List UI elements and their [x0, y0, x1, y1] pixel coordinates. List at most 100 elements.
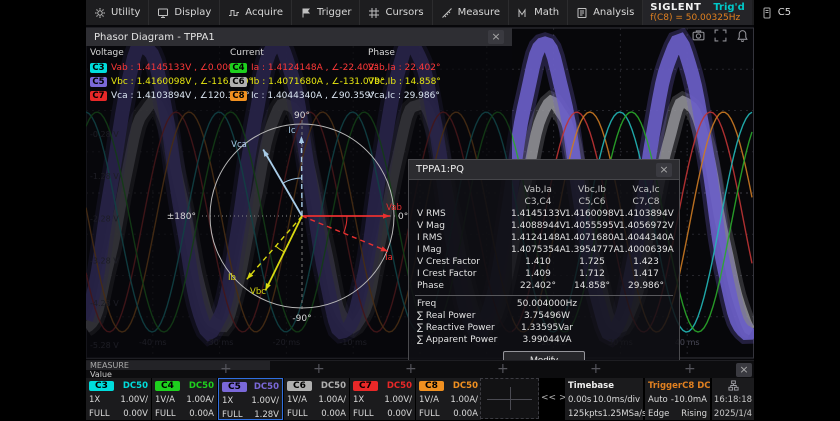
active-channel-label: C5 — [778, 7, 791, 18]
table-row: I RMS1.4124148A1.4071680A1.4044340A — [415, 232, 673, 244]
channel-badge: C3 — [90, 63, 107, 73]
scope-screen: Utility Display Acquire Trigger Cursors … — [86, 0, 754, 420]
menu-item-display[interactable]: Display — [149, 0, 220, 25]
disk-icon — [761, 7, 773, 19]
display-toolbar — [692, 29, 749, 42]
camera-icon[interactable] — [692, 29, 705, 42]
gear-icon — [94, 7, 106, 19]
menu-item-label: Cursors — [385, 7, 423, 18]
measure-icon — [441, 7, 453, 19]
channel-badge: C6 — [230, 77, 247, 87]
menu-item-label: Measure — [458, 7, 501, 18]
zoom-preview-box[interactable] — [480, 378, 539, 419]
pq-col-subheader: C5,C6 — [565, 196, 619, 208]
phase-readout-column: Phase Vab,Ia : 22.402° Vbc,Ib : 14.858° … — [368, 48, 510, 103]
summary-row: ∑ Real Power3.75496W — [415, 310, 673, 322]
pq-col-subheader: C7,C8 — [619, 196, 673, 208]
pq-col-header: Vca,Ic — [619, 184, 673, 196]
menu-item-cursors[interactable]: Cursors — [360, 0, 432, 25]
channel-box-c3[interactable]: C3DC50 1X1.00V/ FULL0.00V — [86, 378, 151, 420]
menu-item-label: Math — [534, 7, 559, 18]
add-measurement-slot[interactable]: + — [405, 361, 417, 377]
menu-item-analysis[interactable]: Analysis — [568, 0, 643, 25]
measure-bar-title: MEASURE — [86, 361, 270, 370]
current-readout: Ic : 1.4044340A , ∠90.359° — [251, 91, 375, 101]
clock-date: 2025/1/4 — [714, 409, 752, 419]
current-column-header: Current — [230, 48, 366, 58]
add-measurement-slot[interactable]: + — [313, 361, 325, 377]
active-channel-indicator[interactable]: C5 — [752, 7, 800, 19]
clock-box[interactable]: 16:18:18 2025/1/4 — [712, 378, 754, 420]
voltage-readout: Vab : 1.4145133V , ∠0.000° — [111, 63, 238, 73]
channel-badge: C7 — [90, 91, 107, 101]
current-readout-column: Current C4Ia : 1.4124148A , ∠-22.402° C6… — [230, 48, 366, 103]
math-icon — [517, 7, 529, 19]
menu-item-label: Analysis — [593, 7, 634, 18]
table-row: I Mag1.4075354A1.3954777A1.4000639A — [415, 244, 673, 256]
frequency-readout: f(C8) = 50.00325Hz — [650, 13, 745, 23]
menu-item-acquire[interactable]: Acquire — [220, 0, 292, 25]
close-icon[interactable]: × — [488, 30, 504, 44]
menu-item-trigger[interactable]: Trigger — [292, 0, 361, 25]
measure-bar: MEASURE Value + + + + + + × — [86, 360, 754, 379]
table-row: Phase22.402°14.858°29.986° — [415, 280, 673, 292]
phasor-window-title: Phasor Diagram - TPPA1 — [94, 32, 215, 43]
channel-bar: C3DC50 1X1.00V/ FULL0.00V C4DC50 1V/A1.0… — [86, 378, 754, 420]
menu-item-label: Display — [174, 7, 211, 18]
acquire-icon — [228, 7, 240, 19]
pq-dialog: TPPA1:PQ × Vab,Ia Vbc,Ib Vca,Ic C3,C4 C5… — [408, 159, 680, 375]
menu-item-label: Acquire — [245, 7, 283, 18]
channel-badge: C5 — [90, 77, 107, 87]
divider — [415, 295, 673, 296]
phase-readout: Vbc,Ib : 14.858° — [368, 77, 441, 87]
close-icon[interactable]: × — [736, 363, 752, 377]
channel-box-c7[interactable]: C7DC50 1X1.00V/ FULL0.00V — [350, 378, 415, 420]
menu-item-measure[interactable]: Measure — [433, 0, 510, 25]
phasor-window-titlebar[interactable]: Phasor Diagram - TPPA1 × — [86, 28, 512, 46]
cursors-icon — [368, 7, 380, 19]
add-measurement-slot[interactable]: + — [497, 361, 509, 377]
add-measurement-slot[interactable]: + — [220, 361, 232, 377]
voltage-readout-column: Voltage C3Vab : 1.4145133V , ∠0.000° C5V… — [90, 48, 230, 103]
fullscreen-icon[interactable] — [714, 29, 727, 42]
add-measurement-slot[interactable]: + — [684, 361, 696, 377]
flag-icon — [300, 7, 312, 19]
menu-right: SIGLENT Trig'd f(C8) = 50.00325Hz C5 — [643, 0, 800, 25]
crosshair-icon — [510, 387, 511, 410]
network-icon — [728, 380, 739, 391]
close-icon[interactable]: × — [656, 163, 672, 177]
add-measurement-slot[interactable]: + — [590, 361, 602, 377]
brand-logo: SIGLENT — [650, 2, 701, 13]
summary-row: ∑ Apparent Power3.99044VA — [415, 334, 673, 346]
clock-time: 16:18:18 — [714, 395, 752, 405]
channel-box-c5[interactable]: C5DC50 1X1.00V/ FULL1.28V — [218, 378, 283, 420]
table-row: I Crest Factor1.4091.7121.417 — [415, 268, 673, 280]
channel-badge: C4 — [230, 63, 247, 73]
channel-box-c8[interactable]: C8DC50 1V/A1.00A/ FULL0.00A — [416, 378, 481, 420]
current-readout: Ia : 1.4124148A , ∠-22.402° — [251, 63, 379, 73]
menu-item-label: Trigger — [317, 7, 352, 18]
phase-readout: Vca,Ic : 29.986° — [368, 91, 440, 101]
menu-item-label: Utility — [111, 7, 140, 18]
menu-item-utility[interactable]: Utility — [86, 0, 149, 25]
trigger-box[interactable]: TriggerC8 DC Auto-10.0mA EdgeRising — [645, 378, 710, 420]
phase-readout: Vab,Ia : 22.402° — [368, 63, 440, 73]
pq-dialog-titlebar[interactable]: TPPA1:PQ × — [409, 160, 679, 180]
voltage-readout: Vca : 1.4103894V , ∠120.345° — [111, 91, 250, 101]
voltage-column-header: Voltage — [90, 48, 230, 58]
pq-col-header: Vbc,Ib — [565, 184, 619, 196]
pq-table: Vab,Ia Vbc,Ib Vca,Ic C3,C4 C5,C6 C7,C8 V… — [409, 180, 679, 368]
pq-col-subheader: C3,C4 — [511, 196, 565, 208]
timebase-box[interactable]: Timebase 0.00s10.0ms/div 125kpts1.25MSa/… — [565, 378, 643, 420]
menu-item-math[interactable]: Math — [509, 0, 568, 25]
table-row: V Mag1.4088944V1.4055595V1.4056972V — [415, 220, 673, 232]
summary-row: ∑ Reactive Power1.33595Var — [415, 322, 673, 334]
channel-badge: C8 — [230, 91, 247, 101]
bell-icon[interactable] — [736, 29, 749, 42]
status-block: SIGLENT Trig'd f(C8) = 50.00325Hz — [643, 0, 752, 25]
pq-col-header: Vab,Ia — [511, 184, 565, 196]
channel-box-c6[interactable]: C6DC50 1V/A1.00A/ FULL0.00A — [284, 378, 349, 420]
summary-row: Freq50.004000Hz — [415, 298, 673, 310]
display-icon — [157, 7, 169, 19]
channel-box-c4[interactable]: C4DC50 1V/A1.00A/ FULL0.00A — [152, 378, 217, 420]
